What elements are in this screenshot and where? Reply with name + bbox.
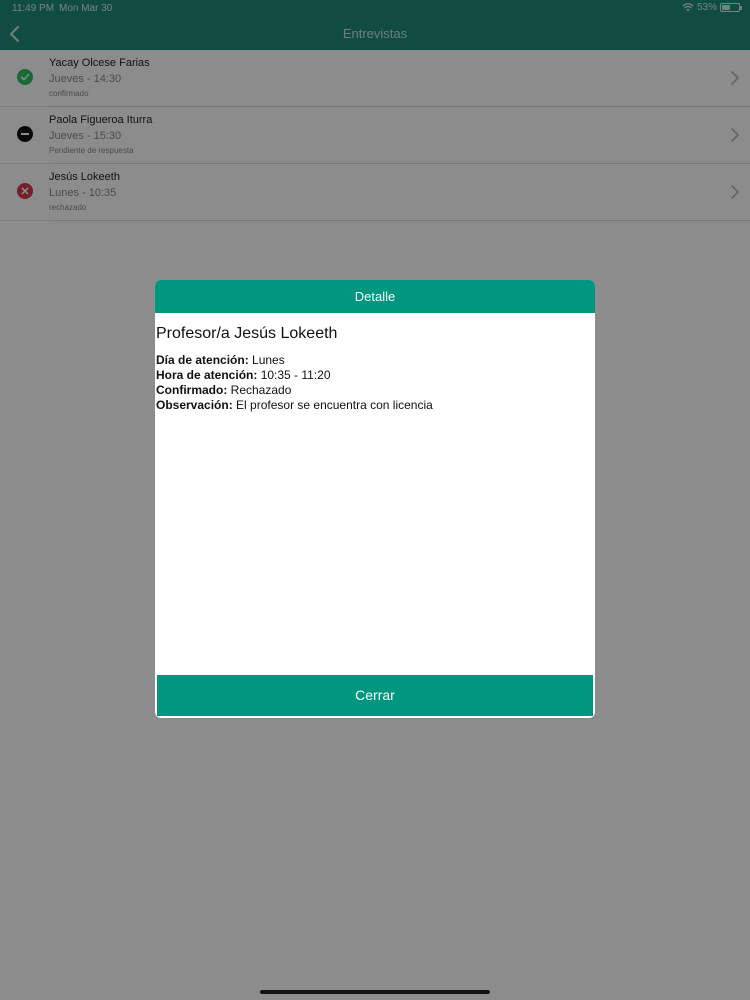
detail-observation: Observación: El profesor se encuentra co…	[156, 398, 595, 413]
detail-modal: Detalle Profesor/a Jesús Lokeeth Día de …	[155, 280, 595, 718]
detail-label: Observación:	[156, 398, 233, 412]
detail-label: Confirmado:	[156, 383, 228, 397]
detail-value: Lunes	[248, 353, 285, 367]
detail-label: Hora de atención:	[156, 368, 258, 382]
close-button[interactable]: Cerrar	[157, 675, 593, 716]
detail-day: Día de atención: Lunes	[156, 353, 595, 368]
modal-header: Detalle	[155, 280, 595, 313]
detail-value: El profesor se encuentra con licencia	[232, 398, 433, 412]
detail-value: 10:35 - 11:20	[257, 368, 331, 382]
detail-confirmed: Confirmado: Rechazado	[156, 383, 595, 398]
home-indicator[interactable]	[260, 990, 490, 994]
detail-value: Rechazado	[227, 383, 292, 397]
modal-title: Profesor/a Jesús Lokeeth	[156, 325, 338, 342]
detail-hours: Hora de atención: 10:35 - 11:20	[156, 368, 595, 383]
detail-label: Día de atención:	[156, 353, 249, 367]
modal-body: Profesor/a Jesús Lokeeth Día de atención…	[155, 313, 595, 413]
